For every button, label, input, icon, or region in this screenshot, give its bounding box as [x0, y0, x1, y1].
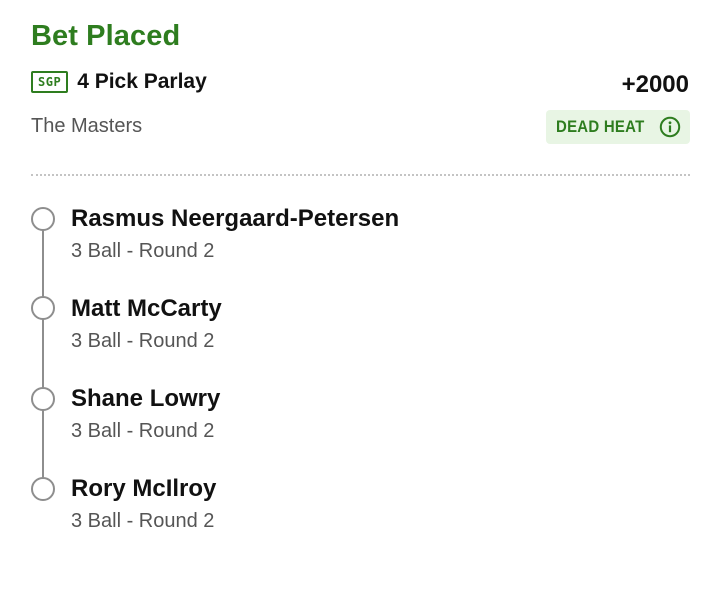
dead-heat-label: DEAD HEAT	[556, 117, 645, 136]
sgp-badge: SGP	[31, 71, 69, 93]
leg-status-circle-icon	[31, 387, 55, 411]
leg-market: 3 Ball - Round 2	[71, 330, 215, 352]
event-name: The Masters	[31, 115, 143, 137]
bet-type-row: SGP 4 Pick Parlay	[31, 70, 207, 94]
bet-card: Bet Placed SGP 4 Pick Parlay +2000 The M…	[0, 0, 720, 596]
leg-player-name: Matt McCarty	[71, 295, 222, 322]
leg-status-circle-icon	[31, 477, 55, 501]
leg-status-circle-icon	[31, 207, 55, 231]
bet-status-title: Bet Placed	[31, 20, 181, 52]
bet-odds: +2000	[621, 71, 689, 98]
info-icon[interactable]	[659, 116, 681, 138]
leg-market: 3 Ball - Round 2	[71, 240, 215, 262]
leg-player-name: Rasmus Neergaard-Petersen	[71, 205, 400, 232]
leg-market: 3 Ball - Round 2	[71, 510, 215, 532]
leg-player-name: Shane Lowry	[71, 385, 221, 412]
leg-market: 3 Ball - Round 2	[71, 420, 215, 442]
bet-type-label: 4 Pick Parlay	[77, 70, 207, 93]
section-divider	[31, 174, 690, 176]
timeline-line	[42, 230, 44, 478]
leg-status-circle-icon	[31, 296, 55, 320]
leg-player-name: Rory McIlroy	[71, 475, 217, 502]
dead-heat-badge[interactable]: DEAD HEAT	[546, 110, 690, 144]
